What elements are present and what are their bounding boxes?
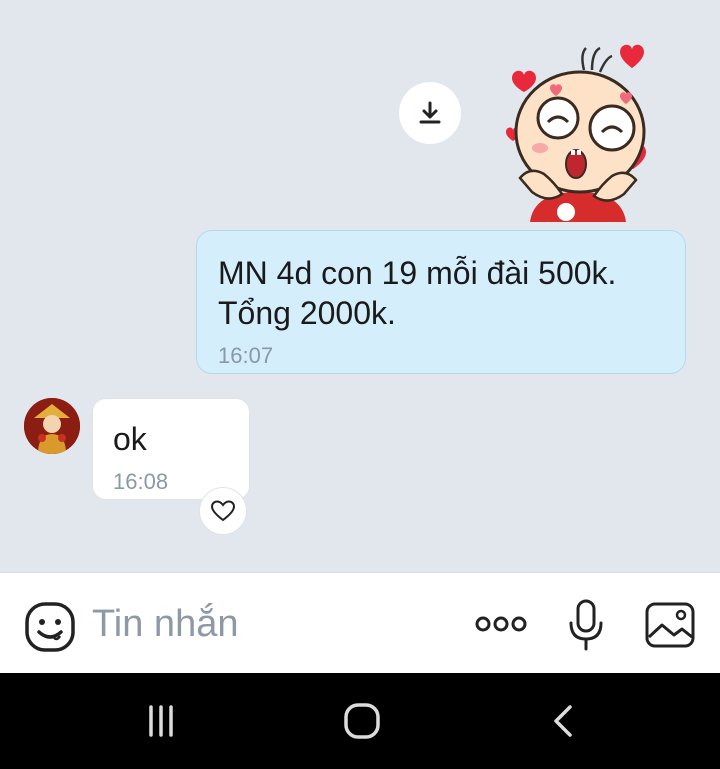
home-button[interactable] bbox=[338, 697, 386, 745]
reaction-button[interactable] bbox=[199, 487, 247, 535]
outgoing-message-text: MN 4d con 19 mỗi đài 500k. Tổng 2000k. bbox=[218, 255, 617, 331]
recents-icon bbox=[149, 705, 173, 737]
avatar-image bbox=[24, 398, 80, 454]
outgoing-message-bubble[interactable]: MN 4d con 19 mỗi đài 500k. Tổng 2000k. 1… bbox=[196, 230, 686, 374]
incoming-message-bubble[interactable]: ok 16:08 bbox=[92, 398, 250, 500]
home-icon bbox=[344, 703, 380, 739]
emoji-icon[interactable] bbox=[24, 601, 76, 653]
back-icon bbox=[554, 705, 572, 737]
microphone-icon[interactable] bbox=[566, 599, 606, 651]
outgoing-message-time: 16:07 bbox=[218, 343, 274, 368]
avatar[interactable] bbox=[24, 398, 80, 454]
download-button[interactable] bbox=[399, 82, 461, 144]
incoming-message-time: 16:08 bbox=[113, 469, 169, 494]
android-nav-bar bbox=[0, 673, 720, 769]
download-icon bbox=[419, 101, 441, 124]
image-icon[interactable] bbox=[644, 601, 696, 649]
baby-hearts-sticker[interactable] bbox=[496, 40, 660, 222]
message-composer: Tin nhắn bbox=[0, 572, 720, 673]
chat-area: MN 4d con 19 mỗi đài 500k. Tổng 2000k. 1… bbox=[0, 0, 720, 572]
heart-icon bbox=[210, 500, 236, 522]
message-input[interactable]: Tin nhắn bbox=[92, 603, 238, 646]
recents-button[interactable] bbox=[137, 697, 185, 745]
more-dots-icon[interactable] bbox=[470, 607, 532, 641]
back-button[interactable] bbox=[540, 697, 588, 745]
incoming-message-text: ok bbox=[113, 421, 147, 457]
